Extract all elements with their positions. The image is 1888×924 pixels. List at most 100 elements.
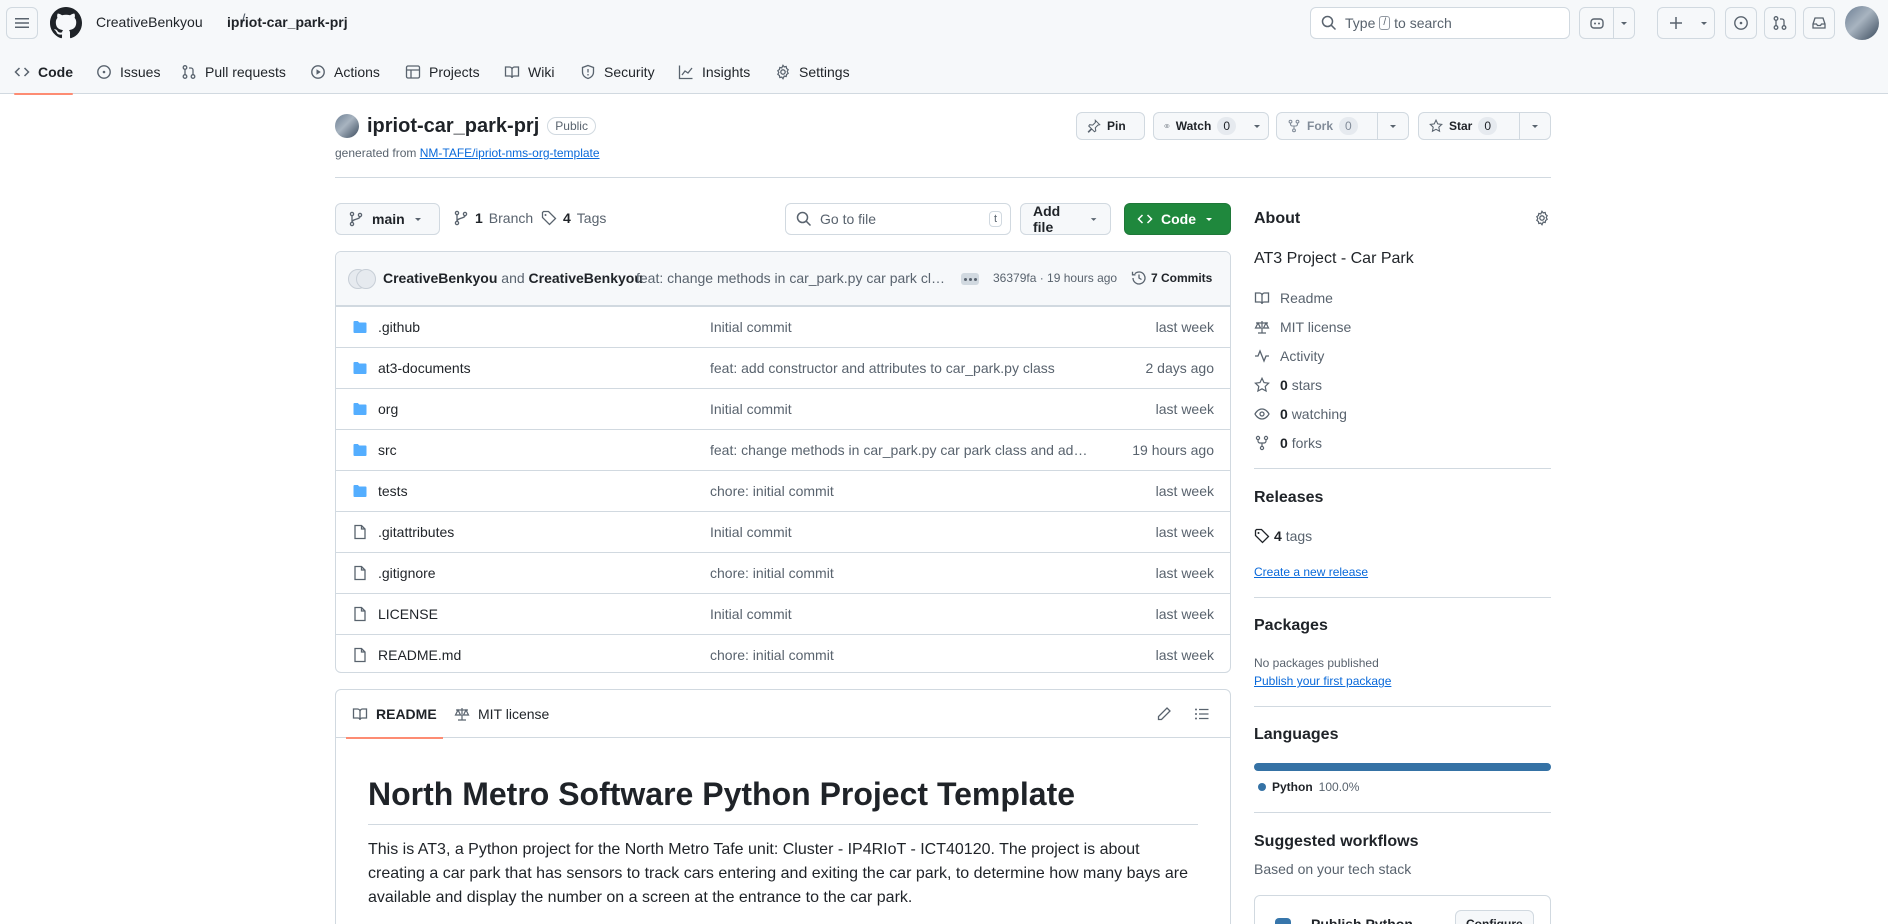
outline-button[interactable] xyxy=(1194,706,1210,722)
publish-package-link[interactable]: Publish your first package xyxy=(1254,674,1391,688)
commits-link[interactable]: 7 Commits xyxy=(1131,270,1212,286)
file-row[interactable]: .gitignore chore: initial commit last week xyxy=(336,552,1230,593)
tab-actions[interactable]: Actions xyxy=(310,50,380,94)
list-icon xyxy=(1195,708,1209,720)
file-row[interactable]: at3-documents feat: add constructor and a… xyxy=(336,347,1230,388)
star-count: 0 xyxy=(1478,117,1498,135)
file-row[interactable]: .gitattributes Initial commit last week xyxy=(336,511,1230,552)
tab-wiki[interactable]: Wiki xyxy=(504,50,554,94)
expand-commit-button[interactable] xyxy=(961,273,979,285)
commit-message[interactable]: feat: change methods in car_park.py car … xyxy=(636,270,946,286)
about-license-link[interactable]: MIT license xyxy=(1254,319,1351,335)
fork-count: 0 xyxy=(1339,117,1358,135)
tab-projects[interactable]: Projects xyxy=(405,50,480,94)
file-commit-message[interactable]: chore: initial commit xyxy=(710,647,1090,663)
file-commit-message[interactable]: Initial commit xyxy=(710,401,1090,417)
releases-title[interactable]: Releases xyxy=(1254,489,1323,507)
file-row[interactable]: LICENSE Initial commit last week xyxy=(336,593,1230,634)
file-name[interactable]: .gitattributes xyxy=(378,524,454,540)
release-tags-link[interactable]: 4 tags xyxy=(1254,528,1312,544)
inbox-button[interactable] xyxy=(1803,7,1835,39)
about-watching-link[interactable]: 0 watching xyxy=(1254,406,1347,422)
issues-button[interactable] xyxy=(1725,7,1757,39)
file-row[interactable]: org Initial commit last week xyxy=(336,388,1230,429)
file-commit-message[interactable]: feat: change methods in car_park.py car … xyxy=(710,442,1090,458)
commit-authors-avatars[interactable] xyxy=(348,269,376,289)
language-python[interactable]: Python 100.0% xyxy=(1258,780,1359,794)
chevron-down-icon xyxy=(1246,113,1268,139)
about-stars-link[interactable]: 0 stars xyxy=(1254,377,1322,393)
commit-author-2[interactable]: CreativeBenkyou xyxy=(529,270,643,286)
tab-license[interactable]: MIT license xyxy=(454,690,549,738)
file-commit-message[interactable]: chore: initial commit xyxy=(710,565,1090,581)
pull-requests-button[interactable] xyxy=(1764,7,1796,39)
file-name[interactable]: tests xyxy=(378,483,408,499)
create-new-button[interactable] xyxy=(1657,7,1715,39)
copilot-button[interactable] xyxy=(1579,7,1635,39)
about-forks-link[interactable]: 0 forks xyxy=(1254,435,1322,451)
file-name[interactable]: .gitignore xyxy=(378,565,436,581)
add-file-button[interactable]: Add file xyxy=(1020,203,1111,235)
folder-icon xyxy=(353,403,367,415)
file-name[interactable]: .github xyxy=(378,319,420,335)
about-readme-link[interactable]: Readme xyxy=(1254,290,1333,306)
star-button[interactable]: Star 0 xyxy=(1418,112,1551,140)
workflow-configure-button[interactable]: Configure xyxy=(1455,910,1534,924)
file-row[interactable]: src feat: change methods in car_park.py c… xyxy=(336,429,1230,470)
file-name[interactable]: README.md xyxy=(378,647,461,663)
language-percent: 100.0% xyxy=(1318,780,1360,794)
file-name[interactable]: LICENSE xyxy=(378,606,438,622)
file-commit-message[interactable]: feat: add constructor and attributes to … xyxy=(710,360,1090,376)
file-commit-message[interactable]: Initial commit xyxy=(710,524,1090,540)
folder-icon xyxy=(352,401,368,417)
edit-about-button[interactable] xyxy=(1534,210,1550,226)
branches-label: Branch xyxy=(488,210,534,226)
pin-button[interactable]: Pin xyxy=(1076,112,1145,140)
book-icon xyxy=(352,708,368,721)
hamburger-menu-button[interactable] xyxy=(6,7,38,39)
branch-selector[interactable]: main xyxy=(335,203,440,235)
tab-settings[interactable]: Settings xyxy=(775,50,850,94)
tab-readme[interactable]: README xyxy=(346,690,443,739)
folder-icon xyxy=(353,321,367,333)
file-row[interactable]: tests chore: initial commit last week xyxy=(336,470,1230,511)
tab-pull-requests[interactable]: Pull requests xyxy=(181,50,286,94)
book-icon xyxy=(504,66,520,79)
tab-code[interactable]: Code xyxy=(14,50,73,95)
chevron-down-icon xyxy=(1614,8,1634,38)
file-commit-message[interactable]: Initial commit xyxy=(710,319,1090,335)
file-commit-message[interactable]: chore: initial commit xyxy=(710,483,1090,499)
breadcrumb-repo[interactable]: ipriot-car_park-prj xyxy=(227,14,348,30)
repo-name[interactable]: ipriot-car_park-prj xyxy=(367,115,539,138)
file-name[interactable]: at3-documents xyxy=(378,360,471,376)
file-commit-message[interactable]: Initial commit xyxy=(710,606,1090,622)
github-logo[interactable] xyxy=(50,7,82,39)
owner-avatar[interactable] xyxy=(335,114,359,138)
global-search-input[interactable]: Type / to search xyxy=(1310,7,1570,39)
file-row[interactable]: .github Initial commit last week xyxy=(336,306,1230,347)
user-avatar[interactable] xyxy=(1845,6,1879,40)
watch-button[interactable]: Watch 0 xyxy=(1153,112,1269,140)
python-icon xyxy=(1275,918,1291,924)
breadcrumb-owner[interactable]: CreativeBenkyou xyxy=(96,14,203,30)
file-name[interactable]: org xyxy=(378,401,398,417)
sidebar-divider xyxy=(1254,706,1551,707)
create-release-link[interactable]: Create a new release xyxy=(1254,565,1368,579)
tab-security[interactable]: Security xyxy=(580,50,655,94)
edit-readme-button[interactable] xyxy=(1156,706,1172,722)
about-activity-link[interactable]: Activity xyxy=(1254,348,1324,364)
commit-hash-time[interactable]: 36379fa · 19 hours ago xyxy=(993,271,1117,285)
code-icon xyxy=(14,67,30,77)
tab-insights[interactable]: Insights xyxy=(678,50,750,94)
tags-link[interactable]: 4 Tags xyxy=(541,208,606,228)
fork-button[interactable]: Fork 0 xyxy=(1276,112,1409,140)
tab-issues[interactable]: Issues xyxy=(96,50,160,94)
branches-link[interactable]: 1 Branch xyxy=(453,208,533,228)
code-button[interactable]: Code xyxy=(1124,203,1231,235)
file-row[interactable]: README.md chore: initial commit last week xyxy=(336,634,1230,672)
go-to-file-input[interactable]: Go to file t xyxy=(785,203,1011,235)
packages-title[interactable]: Packages xyxy=(1254,617,1328,635)
file-name[interactable]: src xyxy=(378,442,397,458)
template-link[interactable]: NM-TAFE/ipriot-nms-org-template xyxy=(420,146,600,160)
commit-author-1[interactable]: CreativeBenkyou xyxy=(383,270,497,286)
